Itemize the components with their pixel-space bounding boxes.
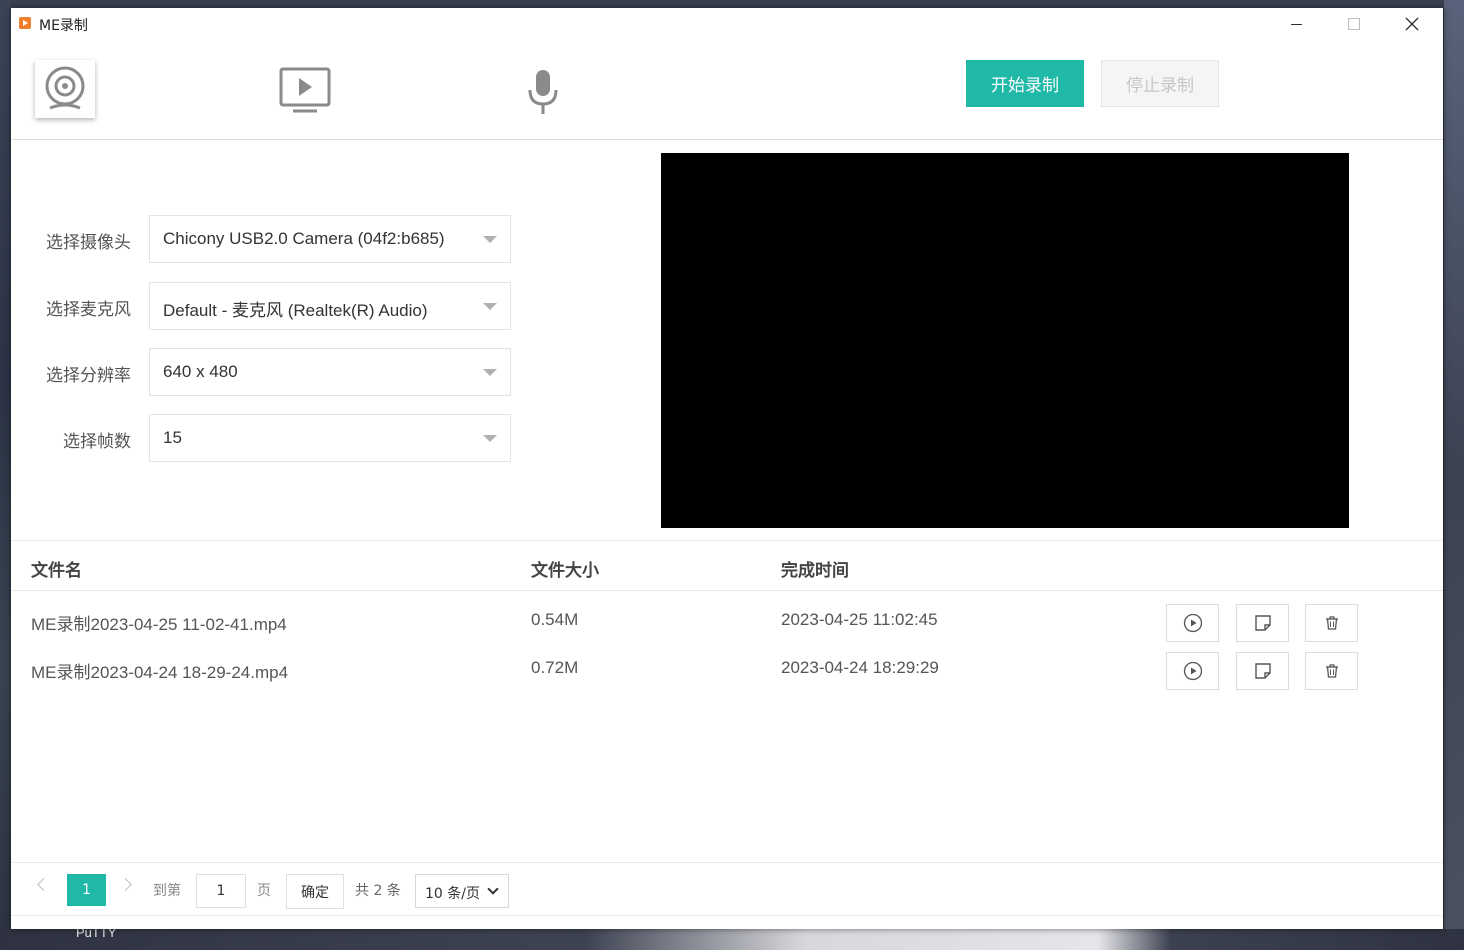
prev-page-icon[interactable]: [37, 878, 50, 891]
goto-label: 到第: [153, 883, 181, 899]
table-header: 文件名 文件大小 完成时间: [11, 540, 1443, 591]
delete-button[interactable]: [1305, 652, 1358, 690]
microphone-select-value: Default - 麦克风 (Realtek(R) Audio): [163, 301, 428, 320]
dropdown-arrow-icon: [483, 303, 497, 310]
file-name: ME录制2023-04-24 18-29-24.mp4: [31, 663, 289, 682]
next-page-icon[interactable]: [119, 878, 132, 891]
desktop-background-right: [1444, 0, 1464, 950]
table-row: ME录制2023-04-25 11-02-41.mp4 0.54M 2023-0…: [11, 597, 1443, 645]
file-size: 0.54M: [531, 610, 579, 629]
camera-select[interactable]: Chicony USB2.0 Camera (04f2:b685): [149, 215, 511, 263]
dropdown-arrow-icon: [483, 435, 497, 442]
dropdown-arrow-icon: [483, 236, 497, 243]
resolution-select-value: 640 x 480: [163, 362, 238, 381]
play-icon: [1183, 661, 1202, 681]
completion-time: 2023-04-24 18:29:29: [781, 658, 939, 677]
screen-mode-button[interactable]: [277, 62, 333, 118]
open-file-button[interactable]: [1236, 652, 1289, 690]
camera-preview: [661, 153, 1349, 528]
camera-select-label: 选择摄像头: [46, 233, 131, 253]
start-recording-button[interactable]: 开始录制: [966, 60, 1084, 107]
close-button[interactable]: [1383, 8, 1441, 40]
file-name: ME录制2023-04-25 11-02-41.mp4: [31, 615, 287, 634]
maximize-button[interactable]: [1325, 8, 1383, 40]
framerate-select-label: 选择帧数: [63, 432, 131, 452]
play-button[interactable]: [1166, 604, 1219, 642]
framerate-setting-row: 选择帧数 15: [11, 414, 531, 462]
desktop-background-top: [0, 0, 1464, 8]
desktop-background-bottom: PuTTY: [0, 925, 1464, 950]
microphone-setting-row: 选择麦克风 Default - 麦克风 (Realtek(R) Audio): [11, 282, 531, 330]
chevron-down-icon: [487, 883, 499, 895]
camera-setting-row: 选择摄像头 Chicony USB2.0 Camera (04f2:b685): [11, 215, 531, 263]
resolution-setting-row: 选择分辨率 640 x 480: [11, 348, 531, 396]
goto-confirm-button[interactable]: 确定: [286, 874, 344, 909]
play-icon: [1183, 613, 1202, 633]
page-size-value: 10 条/页: [425, 886, 480, 902]
note-icon: [1254, 615, 1271, 631]
pagination: 1 到第 1 页 确定 共 2 条 10 条/页: [11, 862, 1443, 916]
window-title: ME录制: [39, 18, 88, 34]
app-window: ME录制 开始录制 停止录制 选择摄像头 Chicony USB2.0 Came…: [11, 8, 1443, 929]
framerate-select-value: 15: [163, 428, 182, 447]
resolution-select[interactable]: 640 x 480: [149, 348, 511, 396]
current-page-button[interactable]: 1: [67, 874, 106, 906]
microphone-select-label: 选择麦克风: [46, 300, 131, 320]
file-size: 0.72M: [531, 658, 579, 677]
app-logo-icon: [19, 17, 31, 29]
delete-button[interactable]: [1305, 604, 1358, 642]
screen-play-icon: [279, 67, 331, 113]
resolution-select-label: 选择分辨率: [46, 366, 131, 386]
column-header-filesize: 文件大小: [531, 561, 599, 581]
dropdown-arrow-icon: [483, 369, 497, 376]
toolbar: 开始录制 停止录制: [11, 40, 1443, 140]
microphone-select[interactable]: Default - 麦克风 (Realtek(R) Audio): [149, 282, 511, 330]
framerate-select[interactable]: 15: [149, 414, 511, 462]
column-header-time: 完成时间: [781, 561, 849, 581]
microphone-mode-button[interactable]: [521, 64, 565, 120]
minimize-button[interactable]: [1267, 8, 1325, 40]
camera-mode-button[interactable]: [35, 60, 95, 118]
note-icon: [1254, 663, 1271, 679]
camera-select-value: Chicony USB2.0 Camera (04f2:b685): [163, 229, 445, 248]
close-icon: [1405, 17, 1419, 31]
trash-icon: [1325, 616, 1338, 630]
table-row: ME录制2023-04-24 18-29-24.mp4 0.72M 2023-0…: [11, 645, 1443, 693]
open-file-button[interactable]: [1236, 604, 1289, 642]
stop-recording-button[interactable]: 停止录制: [1101, 60, 1219, 107]
page-label: 页: [257, 883, 271, 899]
title-bar: ME录制: [11, 8, 1443, 40]
goto-page-input[interactable]: 1: [196, 874, 246, 908]
page-size-select[interactable]: 10 条/页: [415, 874, 509, 908]
desktop-background-left: [0, 0, 11, 950]
trash-icon: [1325, 664, 1338, 678]
column-header-filename: 文件名: [31, 561, 82, 581]
completion-time: 2023-04-25 11:02:45: [781, 610, 938, 629]
microphone-icon: [528, 70, 558, 114]
total-count: 共 2 条: [355, 883, 401, 899]
minimize-icon: [1290, 23, 1302, 25]
webcam-icon: [45, 66, 85, 110]
play-button[interactable]: [1166, 652, 1219, 690]
maximize-icon: [1348, 18, 1360, 30]
